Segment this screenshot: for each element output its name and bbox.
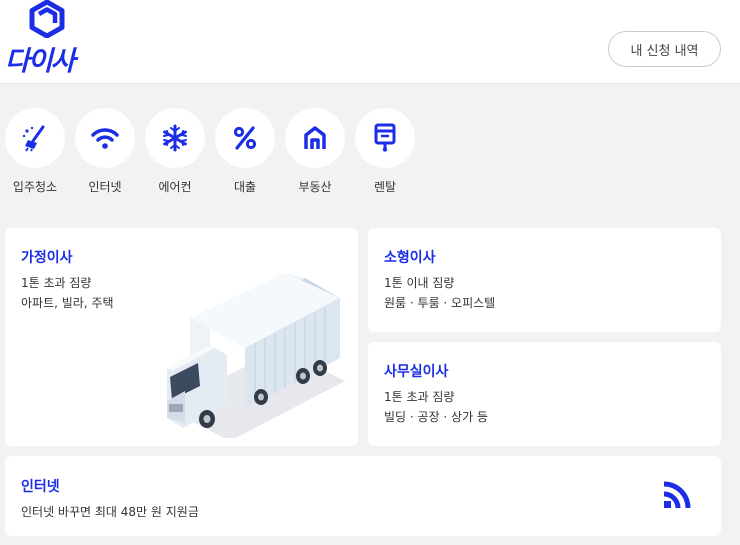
logo-mark-icon xyxy=(29,0,65,38)
internet-card[interactable]: 인터넷 인터넷 바꾸면 최대 48만 원 지원금 xyxy=(5,456,721,536)
card-title: 가정이사 xyxy=(21,250,73,266)
card-description: 인터넷 바꾸면 최대 48만 원 지원금 xyxy=(21,505,199,519)
card-title: 인터넷 xyxy=(21,479,60,495)
logo-text: 다이사 xyxy=(5,46,76,77)
card-subtitle: 1톤 초과 짐량 xyxy=(384,390,455,404)
category-loan[interactable]: 대출 xyxy=(215,108,285,195)
card-subtitle: 1톤 이내 짐량 xyxy=(384,276,455,290)
logo[interactable]: 다이사 xyxy=(5,0,95,77)
card-subtitle: 1톤 초과 짐량 xyxy=(21,276,92,290)
category-cleaning[interactable]: 입주청소 xyxy=(5,108,75,195)
category-rental[interactable]: 렌탈 xyxy=(355,108,425,195)
category-label: 렌탈 xyxy=(373,180,397,194)
office-move-card[interactable]: 사무실이사 1톤 초과 짐량 빌딩 · 공장 · 상가 등 xyxy=(368,342,721,446)
card-title: 사무실이사 xyxy=(384,364,449,380)
card-description: 원룸 · 투룸 · 오피스텔 xyxy=(384,296,496,310)
small-move-card[interactable]: 소형이사 1톤 이내 짐량 원룸 · 투룸 · 오피스텔 xyxy=(368,228,721,332)
category-bar: 입주청소 인터넷 에어컨 대출 부동산 렌탈 xyxy=(5,108,425,195)
home-move-card[interactable]: 가정이사 1톤 초과 짐량 아파트, 빌라, 주택 xyxy=(5,228,358,446)
card-description: 빌딩 · 공장 · 상가 등 xyxy=(384,410,488,424)
category-label: 대출 xyxy=(233,180,257,194)
house-icon xyxy=(304,126,326,149)
signal-icon xyxy=(663,481,691,509)
category-label: 에어컨 xyxy=(158,180,192,194)
category-label: 부동산 xyxy=(298,180,332,194)
category-realestate[interactable]: 부동산 xyxy=(285,108,355,195)
category-label: 인터넷 xyxy=(88,180,122,194)
header: 다이사 내 신청 내역 xyxy=(0,0,740,84)
rental-icon xyxy=(374,123,396,152)
wifi-icon xyxy=(91,128,119,149)
category-internet[interactable]: 인터넷 xyxy=(75,108,145,195)
percent-icon xyxy=(233,126,257,150)
card-description: 아파트, 빌라, 주택 xyxy=(21,296,114,310)
snowflake-icon xyxy=(163,124,187,152)
card-title: 소형이사 xyxy=(384,250,436,266)
category-label: 입주청소 xyxy=(12,180,58,194)
category-aircon[interactable]: 에어컨 xyxy=(145,108,215,195)
cleaning-icon xyxy=(22,125,45,152)
my-requests-button[interactable]: 내 신청 내역 xyxy=(608,31,721,67)
truck-illustration xyxy=(167,273,345,438)
